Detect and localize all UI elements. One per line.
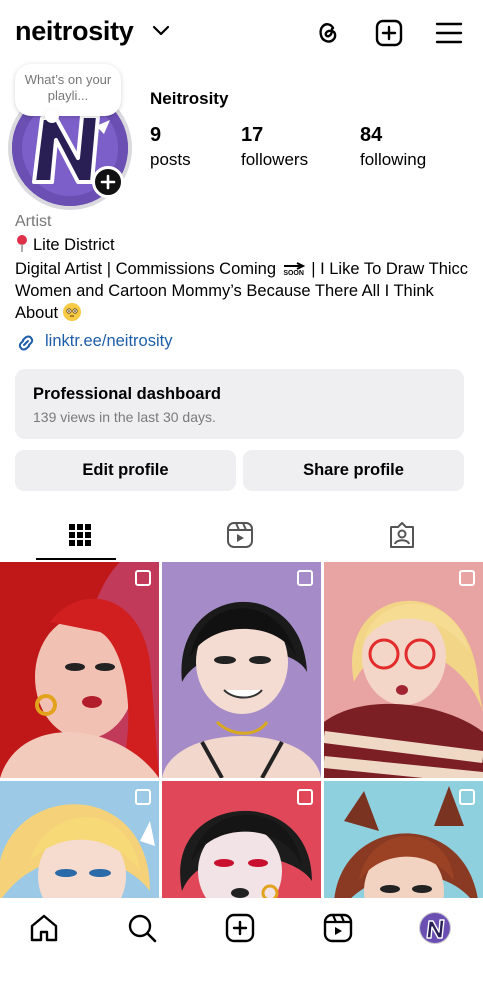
posts-grid bbox=[0, 562, 483, 900]
chevron-down-icon[interactable] bbox=[152, 24, 170, 38]
add-story-button[interactable] bbox=[92, 166, 124, 198]
multi-post-icon bbox=[459, 789, 475, 805]
threads-icon[interactable] bbox=[313, 18, 343, 48]
link-icon bbox=[18, 335, 34, 351]
flushed-emoji-icon bbox=[62, 303, 81, 321]
tab-posts-grid[interactable] bbox=[0, 512, 160, 558]
following-stat[interactable]: 84 following bbox=[360, 124, 426, 170]
search-icon[interactable] bbox=[126, 912, 158, 944]
edit-profile-button[interactable]: Edit profile bbox=[15, 450, 236, 491]
reels-icon[interactable] bbox=[322, 912, 354, 944]
location-text: Lite District bbox=[33, 236, 115, 254]
grid-post[interactable] bbox=[324, 562, 483, 778]
multi-post-icon bbox=[297, 789, 313, 805]
bio-part-1: Digital Artist | Commissions Coming bbox=[15, 260, 277, 278]
profile-avatar[interactable] bbox=[419, 912, 451, 944]
grid-post[interactable] bbox=[0, 562, 159, 778]
bio-location: Lite District bbox=[15, 234, 115, 256]
dashboard-subtitle: 139 views in the last 30 days. bbox=[33, 409, 216, 425]
following-count: 84 bbox=[360, 124, 383, 146]
professional-dashboard[interactable]: Professional dashboard 139 views in the … bbox=[15, 369, 464, 439]
note-text: What’s on your playli... bbox=[24, 72, 112, 103]
multi-post-icon bbox=[135, 570, 151, 586]
soon-label: SOON bbox=[283, 269, 304, 277]
posts-stat[interactable]: 9 posts bbox=[150, 124, 191, 170]
dashboard-title: Professional dashboard bbox=[33, 385, 221, 403]
soon-arrow-icon: SOON bbox=[283, 261, 305, 278]
bottom-navigation bbox=[0, 898, 483, 1000]
posts-label: posts bbox=[150, 150, 191, 169]
menu-icon[interactable] bbox=[434, 18, 464, 48]
multi-post-icon bbox=[459, 570, 475, 586]
grid-post[interactable] bbox=[162, 781, 321, 900]
bio-text: Digital Artist | Commissions Coming SOON… bbox=[15, 258, 473, 324]
tagged-icon bbox=[390, 522, 414, 548]
active-tab-indicator bbox=[36, 558, 116, 560]
grid-post[interactable] bbox=[162, 562, 321, 778]
multi-post-icon bbox=[297, 570, 313, 586]
profile-category: Artist bbox=[15, 213, 52, 230]
profile-link[interactable]: linktr.ee/neitrosity bbox=[45, 332, 172, 351]
display-name: Neitrosity bbox=[150, 89, 229, 108]
pin-icon bbox=[17, 235, 27, 252]
grid-icon bbox=[69, 524, 91, 546]
followers-count: 17 bbox=[241, 124, 264, 146]
posts-count: 9 bbox=[150, 124, 162, 146]
grid-post[interactable] bbox=[324, 781, 483, 900]
home-icon[interactable] bbox=[28, 912, 60, 944]
reels-icon bbox=[227, 522, 253, 548]
grid-post[interactable] bbox=[0, 781, 159, 900]
profile-header: neitrosity bbox=[0, 0, 483, 66]
followers-stat[interactable]: 17 followers bbox=[241, 124, 308, 170]
add-post-icon[interactable] bbox=[374, 18, 404, 48]
following-label: following bbox=[360, 150, 427, 169]
create-icon[interactable] bbox=[224, 912, 256, 944]
share-profile-button[interactable]: Share profile bbox=[243, 450, 464, 491]
tab-reels[interactable] bbox=[160, 512, 320, 558]
tab-tagged[interactable] bbox=[322, 512, 482, 558]
note-bubble[interactable]: What’s on your playli... bbox=[15, 64, 121, 123]
account-username[interactable]: neitrosity bbox=[15, 16, 134, 47]
followers-label: followers bbox=[241, 150, 309, 169]
multi-post-icon bbox=[135, 789, 151, 805]
